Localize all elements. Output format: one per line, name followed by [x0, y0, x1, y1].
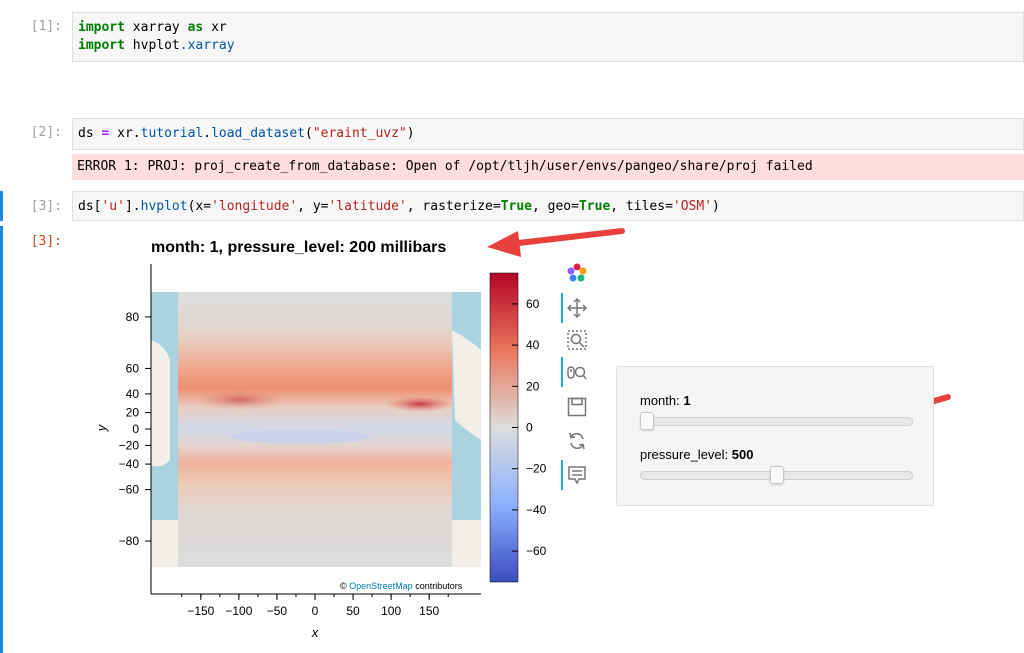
map-tiles	[151, 292, 481, 567]
colorbar	[489, 272, 519, 583]
code-text: xr.	[109, 126, 141, 141]
code-text: , tiles=	[610, 199, 673, 214]
cell-prompt: [2]:	[30, 125, 62, 140]
y-tick-label: 80	[126, 310, 140, 324]
save-icon[interactable]	[566, 396, 588, 418]
y-ticks: 80 60 40 20 0 −20 −40 −60 −80	[119, 310, 151, 548]
attribution: © OpenStreetMap contributors	[340, 581, 463, 591]
jet-core-west	[195, 390, 285, 410]
wheel-zoom-active-indicator	[561, 357, 563, 387]
string-literal: 'longitude'	[211, 199, 298, 214]
code-text: )	[406, 126, 415, 141]
colorbar-tick-label: 20	[526, 379, 540, 393]
string-literal: 'latitude'	[328, 199, 407, 214]
cell-prompt: [1]:	[30, 19, 62, 34]
x-tick-label: −150	[187, 604, 214, 618]
output-prompt: [3]:	[30, 234, 62, 249]
bokeh-logo-icon[interactable]	[566, 262, 588, 284]
code-text: )	[712, 199, 720, 214]
string-literal: "eraint_uvz"	[312, 126, 407, 141]
x-tick-label: 0	[312, 604, 319, 618]
colorbar-tick-label: 40	[526, 338, 540, 352]
pan-active-indicator	[561, 293, 563, 323]
x-tick-label: 150	[419, 604, 439, 618]
code-text: ].	[124, 199, 141, 214]
arrow-annotation-title	[487, 228, 625, 257]
easterly-band	[230, 430, 370, 444]
reset-icon[interactable]	[566, 430, 588, 452]
code-text: , y=	[297, 199, 329, 214]
colorbar-tick-label: −40	[526, 503, 547, 517]
plot-title: month: 1, pressure_level: 200 millibars	[151, 239, 447, 256]
module-name: hvplot	[132, 38, 180, 53]
antarctica-tile	[151, 520, 481, 567]
pressure-level-slider-label: pressure_level: 500	[640, 447, 754, 462]
attribution-bg	[338, 578, 480, 592]
y-axis-label: y	[94, 423, 109, 432]
submodule: .xarray	[179, 38, 235, 53]
x-tick-label: 100	[381, 604, 401, 618]
plot-area[interactable]	[151, 264, 481, 594]
pressure-level-slider[interactable]	[640, 466, 913, 484]
hover-active-indicator	[561, 460, 563, 490]
keyword: import	[78, 20, 125, 35]
x-axis-label: x	[311, 625, 319, 640]
string-literal: 'OSM'	[672, 199, 713, 214]
code-text: ds[	[78, 199, 102, 214]
colorbar-tick-label: 0	[526, 421, 533, 435]
pressure-level-slider-handle[interactable]	[769, 466, 784, 484]
string-literal: 'u'	[101, 199, 125, 214]
hover-icon[interactable]	[566, 464, 588, 486]
plot-svg: −150 −100 −50 0 50 100 150 80 60 40 20 0 −20 −40 −60 −…	[94, 228, 951, 640]
output-selection-bar	[0, 226, 3, 653]
colorbar-tick-label: 60	[526, 297, 540, 311]
y-tick-label: −60	[119, 483, 140, 497]
code-text: , rasterize=	[406, 199, 501, 214]
code-text: , geo=	[532, 199, 579, 214]
code-cell-3[interactable]: ds['u'].hvplot(x='longitude', y='latitud…	[72, 191, 1024, 221]
pan-icon[interactable]	[566, 297, 588, 319]
bool-literal: True	[500, 199, 532, 214]
widget-panel: month: 1 pressure_level: 500	[616, 366, 934, 506]
bool-literal: True	[578, 199, 611, 214]
code-text: ds	[78, 126, 102, 141]
y-tick-label: −20	[119, 438, 140, 452]
month-slider-handle[interactable]	[640, 412, 654, 430]
colorbar-tick-label: −60	[526, 544, 547, 558]
keyword: as	[187, 20, 204, 35]
land-east	[452, 330, 481, 440]
x-tick-label: −50	[267, 604, 288, 618]
code-cell-1[interactable]: import xarray as xr import hvplot.xarray	[72, 12, 1024, 62]
x-tick-label: −100	[225, 604, 252, 618]
y-tick-label: −40	[119, 457, 140, 471]
code-text: (x=	[187, 199, 212, 214]
y-tick-label: 20	[126, 406, 140, 420]
month-slider-label: month: 1	[640, 393, 691, 408]
alias: xr	[211, 20, 227, 35]
month-slider[interactable]	[640, 412, 913, 430]
keyword: import	[78, 38, 125, 53]
y-tick-label: 40	[126, 387, 140, 401]
code-text: (	[305, 126, 313, 141]
jet-core	[385, 396, 455, 412]
module-name: xarray	[132, 20, 180, 35]
attribute: load_dataset	[211, 126, 305, 141]
attribute: hvplot	[140, 199, 188, 214]
error-output: ERROR 1: PROJ: proj_create_from_database…	[72, 154, 1024, 180]
colorbar-tick-label: −20	[526, 462, 547, 476]
cell-prompt: [3]:	[30, 199, 62, 214]
code-text: .	[203, 126, 212, 141]
land-west	[151, 340, 170, 467]
colorbar-ticks: 60 40 20 0 −20 −40 −60	[512, 297, 547, 558]
y-tick-label: 60	[126, 361, 140, 375]
y-tick-label: 0	[132, 422, 139, 436]
wheel-zoom-icon[interactable]	[566, 362, 588, 384]
x-tick-label: 50	[346, 604, 360, 618]
y-tick-label: −80	[119, 534, 140, 548]
code-cell-2[interactable]: ds = xr.tutorial.load_dataset("eraint_uv…	[72, 118, 1024, 150]
data-raster	[178, 292, 452, 567]
box-zoom-icon[interactable]	[566, 329, 588, 351]
x-ticks: −150 −100 −50 0 50 100 150	[181, 594, 449, 618]
attribute: tutorial	[140, 126, 204, 141]
